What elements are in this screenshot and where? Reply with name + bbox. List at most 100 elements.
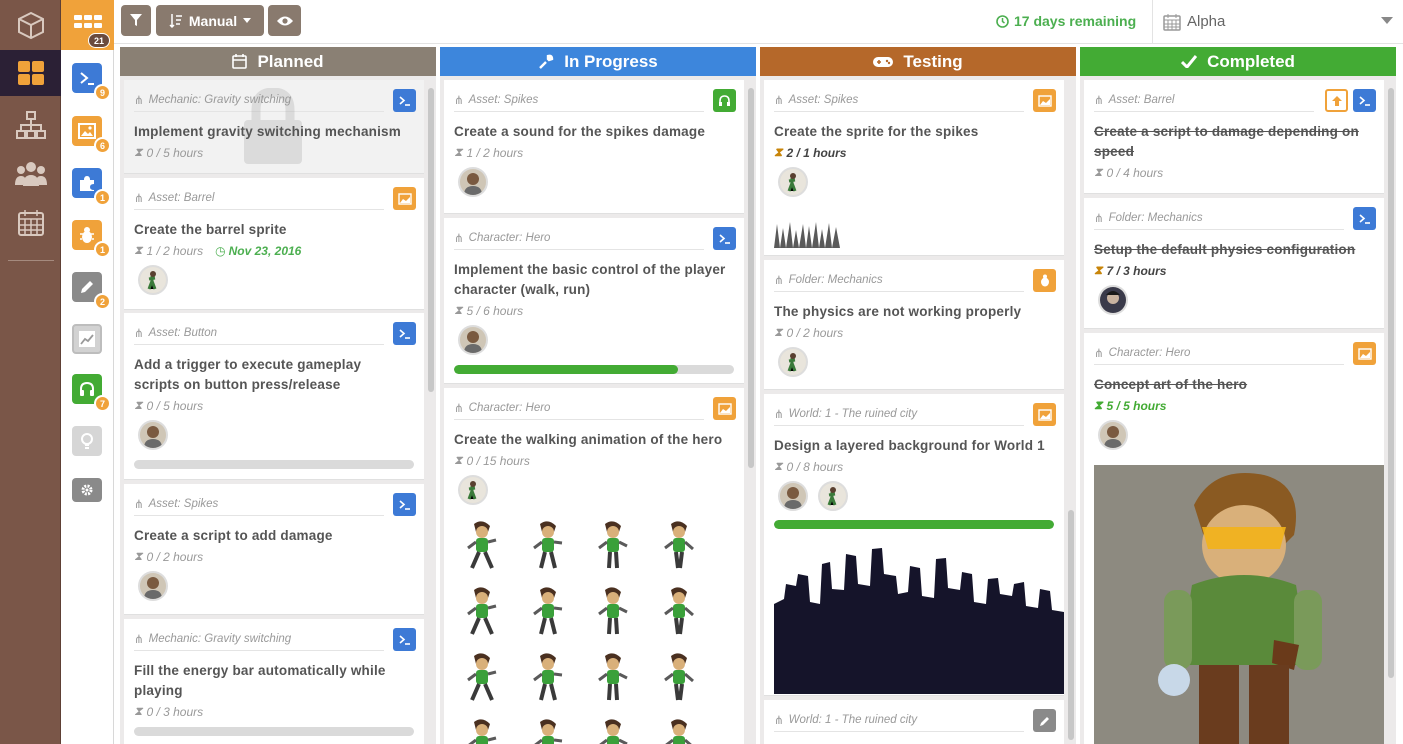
avatar[interactable] (138, 265, 168, 295)
hierarchy-icon: ⋔ (134, 634, 144, 646)
avatar[interactable] (458, 475, 488, 505)
filter-badge: 1 (94, 241, 111, 258)
filter-sidebar: 21 9 6 1 1 2 7 (61, 0, 114, 744)
avatar[interactable] (778, 167, 808, 197)
script-type-icon (713, 227, 736, 250)
all-tasks-button[interactable]: 21 (61, 0, 114, 50)
spikes-thumbnail[interactable] (774, 220, 840, 248)
task-card[interactable]: ⋔ World: 1 - The ruined city Design a lay… (764, 394, 1064, 696)
image-filter-button[interactable]: 6 (72, 116, 111, 154)
eye-icon (276, 16, 293, 25)
card-progress-bar (774, 520, 1054, 529)
task-card[interactable]: ⋔ Character: Hero Concept art of the hero… (1084, 333, 1384, 744)
task-card[interactable]: ⋔ Asset: Button Add a trigger to execute … (124, 313, 424, 480)
script-type-icon (1353, 207, 1376, 230)
hierarchy-icon (15, 111, 46, 139)
card-title: Add a trigger to execute gameplay script… (134, 357, 362, 392)
chart-filter-button[interactable] (72, 324, 102, 354)
bug-filter-button[interactable]: 1 (72, 220, 111, 258)
bug-type-icon (1033, 269, 1056, 292)
script-type-icon (393, 493, 416, 516)
puzzle-icon (80, 176, 94, 191)
card-title: Fill the energy bar automatically while … (134, 663, 386, 698)
city-skyline-thumbnail[interactable] (774, 544, 1064, 694)
avatar[interactable] (138, 571, 168, 601)
card-hours: ⧗ 1 / 2 hours (454, 145, 524, 160)
check-icon (1181, 55, 1198, 68)
total-count-badge: 21 (88, 33, 110, 48)
avatar[interactable] (138, 420, 168, 450)
version-selector[interactable]: Alpha (1152, 0, 1403, 43)
column-scrollbar[interactable] (428, 88, 434, 392)
avatar[interactable] (818, 481, 848, 511)
avatar[interactable] (458, 167, 488, 197)
card-category: ⋔ World: 1 - The ruined city (774, 713, 1024, 732)
sort-icon (169, 13, 182, 28)
column-scrollbar[interactable] (1388, 88, 1394, 678)
card-category: ⋔ Mechanic: Gravity switching (134, 632, 384, 651)
hierarchy-icon: ⋔ (454, 95, 464, 107)
task-card[interactable]: ⋔ Character: Hero Implement the basic con… (444, 218, 744, 384)
sidebar-item-team[interactable] (0, 150, 61, 196)
task-card[interactable]: ⋔ Mechanic: Gravity switching Fill the en… (124, 619, 424, 744)
sidebar-item-board[interactable] (0, 50, 61, 96)
avatar[interactable] (458, 325, 488, 355)
hourglass-icon: ⧗ (454, 145, 463, 159)
visibility-button[interactable] (268, 5, 301, 36)
hierarchy-icon: ⋔ (774, 715, 784, 727)
hourglass-icon: ⧗ (134, 398, 143, 412)
sidebar-item-hierarchy[interactable] (0, 102, 61, 148)
upload-icon[interactable] (1325, 89, 1348, 112)
card-category: ⋔ World: 1 - The ruined city (774, 407, 1024, 426)
team-icon (14, 162, 47, 186)
hero-concept-art[interactable] (1094, 465, 1384, 744)
task-card[interactable]: ⋔ Asset: Spikes Create a script to add da… (124, 484, 424, 615)
task-card[interactable]: ⋔ Asset: Spikes Create the sprite for the… (764, 80, 1064, 256)
hourglass-icon: ⧗ (134, 243, 143, 257)
column-scrollbar[interactable] (748, 88, 754, 468)
task-card[interactable]: ⋔ World: 1 - The ruined city (764, 700, 1064, 744)
card-hours: ⧗ 0 / 2 hours (134, 549, 204, 564)
filter-badge: 2 (94, 293, 111, 310)
sprite-sheet-preview[interactable] (460, 520, 722, 744)
card-hours: ⧗ 0 / 4 hours (1094, 165, 1164, 180)
script-filter-button[interactable]: 9 (72, 63, 111, 101)
task-card[interactable]: ⋔ Asset: Barrel Create a script to damage… (1084, 80, 1384, 194)
card-category: ⋔ Character: Hero (454, 231, 704, 250)
puzzle-filter-button[interactable]: 1 (72, 168, 111, 206)
avatar[interactable] (778, 347, 808, 377)
filter-button[interactable] (121, 5, 151, 36)
hero-sprite-frame (532, 587, 562, 635)
sort-dropdown[interactable]: Manual (156, 5, 264, 36)
sound-filter-button[interactable]: 7 (72, 374, 111, 412)
card-category: ⋔ Character: Hero (1094, 346, 1344, 365)
clock-icon (996, 14, 1009, 28)
sidebar-item-project[interactable] (0, 2, 61, 48)
task-card[interactable]: ⋔ Asset: Barrel Create the barrel sprite … (124, 178, 424, 310)
avatar[interactable] (1098, 420, 1128, 450)
column-scrollbar[interactable] (1068, 510, 1074, 740)
pencil-filter-button[interactable]: 2 (72, 272, 111, 310)
task-card[interactable]: ⋔ Folder: Mechanics Setup the default phy… (1084, 198, 1384, 329)
hierarchy-icon: ⋔ (1094, 95, 1104, 107)
idea-filter-button[interactable] (72, 426, 102, 456)
image-type-icon (393, 187, 416, 210)
avatar[interactable] (1098, 285, 1128, 315)
card-category: ⋔ Folder: Mechanics (774, 273, 1024, 292)
task-card[interactable]: ⋔ Mechanic: Gravity switching Implement … (124, 80, 424, 174)
sidebar-item-calendar[interactable] (0, 200, 61, 246)
task-card[interactable]: ⋔ Character: Hero Create the walking anim… (444, 388, 744, 744)
image-type-icon (1033, 403, 1056, 426)
hourglass-icon: ⧗ (1094, 398, 1103, 412)
hero-sprite-frame (467, 653, 497, 701)
script-type-icon (393, 322, 416, 345)
settings-filter-button[interactable] (72, 478, 102, 502)
hierarchy-icon: ⋔ (1094, 348, 1104, 360)
filter-badge: 1 (94, 189, 111, 206)
avatar[interactable] (778, 481, 808, 511)
card-category: ⋔ Asset: Spikes (774, 93, 1024, 112)
card-category: ⋔ Asset: Barrel (1094, 93, 1314, 112)
task-card[interactable]: ⋔ Asset: Spikes Create a sound for the sp… (444, 80, 744, 214)
task-card[interactable]: ⋔ Folder: Mechanics The physics are not w… (764, 260, 1064, 390)
column-header: Testing (760, 47, 1076, 76)
